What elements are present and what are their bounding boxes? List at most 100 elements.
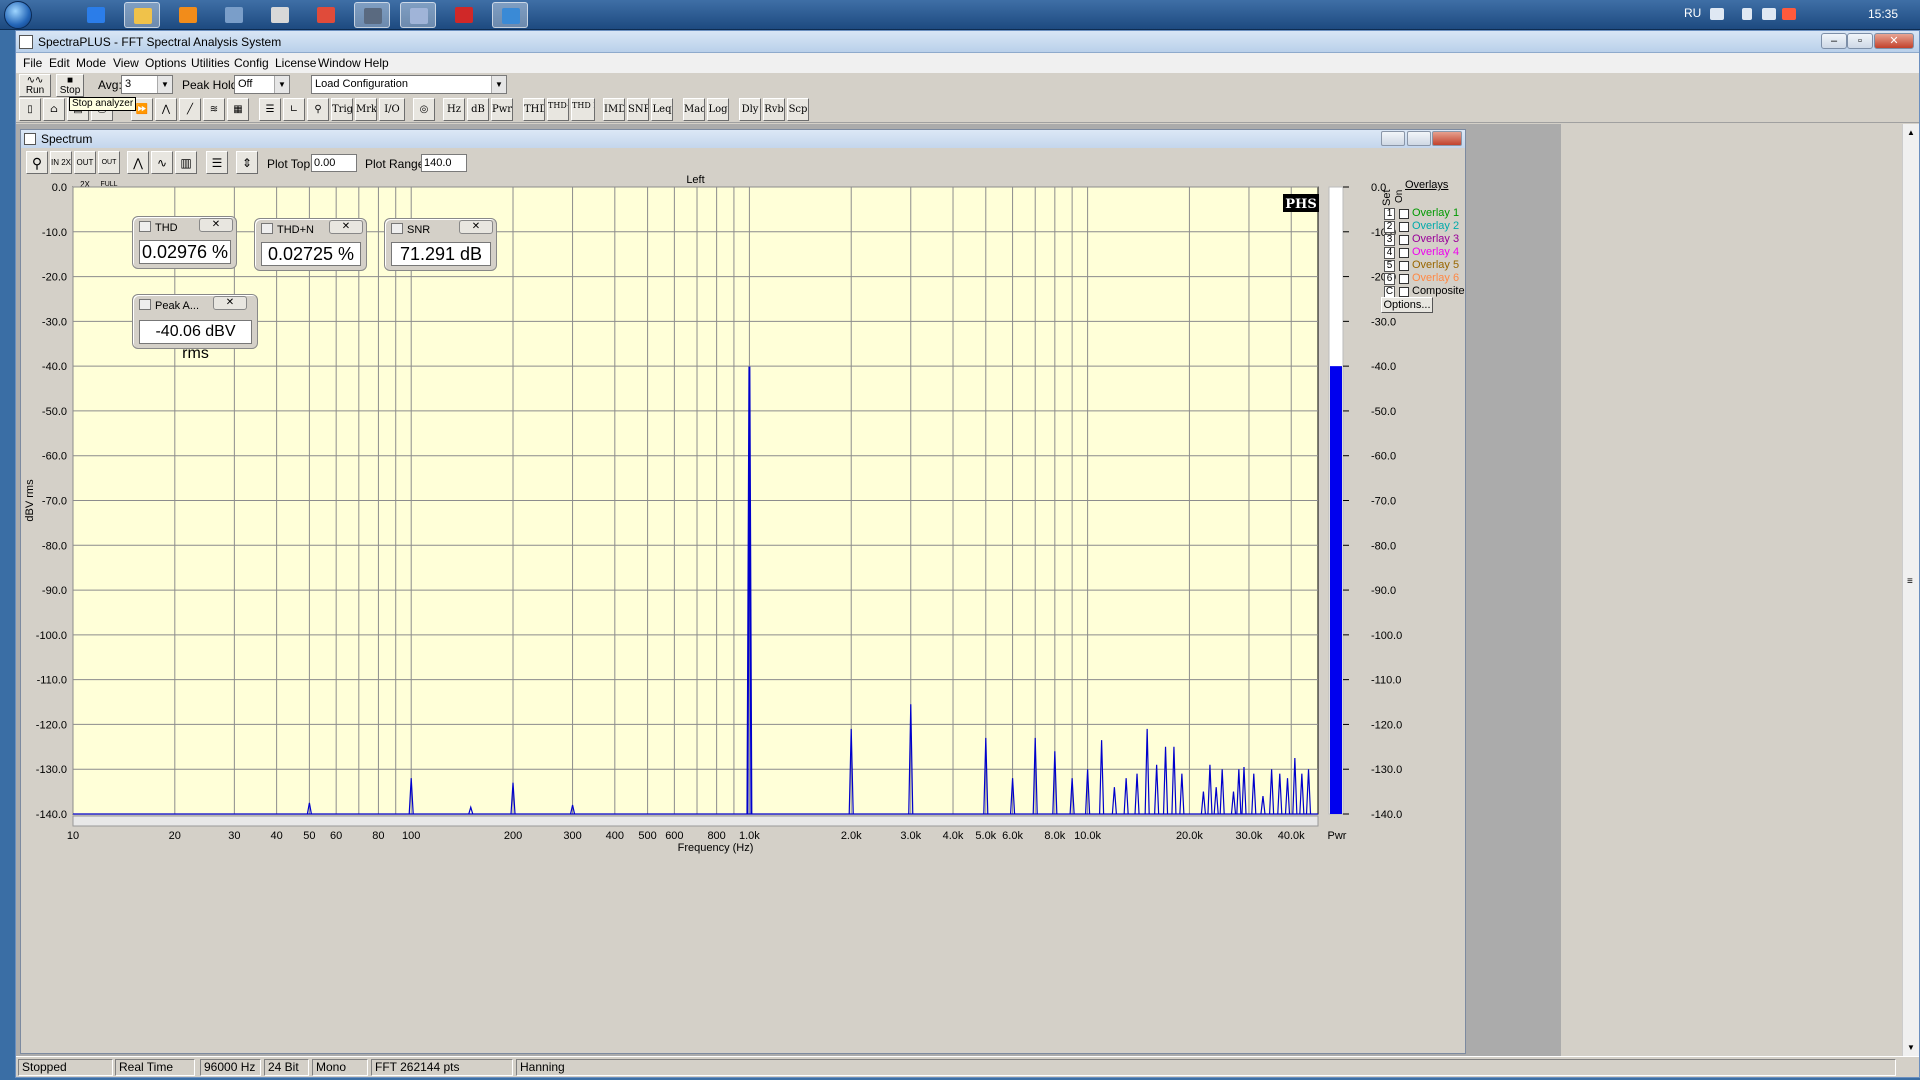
spectrogram-icon[interactable]: ≋ xyxy=(203,98,225,121)
imd-button[interactable]: IMD xyxy=(603,98,625,121)
thd-freq-button[interactable]: THD Freq xyxy=(571,98,595,121)
axis-icon[interactable]: ∟ xyxy=(283,98,305,121)
waveform-icon[interactable]: ⋀ xyxy=(155,98,177,121)
peak-hold-select[interactable]: Off ▼ xyxy=(234,75,290,94)
overlay-checkbox[interactable] xyxy=(1399,248,1409,258)
clock[interactable]: 15:35 xyxy=(1868,7,1898,21)
thd-readout[interactable]: THD ✕ 0.02976 % xyxy=(132,216,237,269)
mdi-area: Spectrum ⚲ IN 2X OUT 2X OUT FULL ⋀ ∿ ▥ ☰… xyxy=(16,124,1561,1056)
app-5-taskbar-button[interactable] xyxy=(262,2,298,28)
start-button[interactable] xyxy=(4,1,32,29)
chrome-taskbar-button[interactable] xyxy=(308,2,344,28)
snr-button[interactable]: SNR xyxy=(627,98,649,121)
trig-button[interactable]: Trig xyxy=(331,98,353,121)
avg-select[interactable]: 3 ▼ xyxy=(121,75,173,94)
thdn-button[interactable]: THD+N xyxy=(547,98,569,121)
close-icon[interactable]: ✕ xyxy=(213,296,247,310)
keyboard-icon[interactable] xyxy=(1710,8,1724,20)
vertical-scrollbar[interactable]: ▲ ≡ ▼ xyxy=(1902,124,1919,1056)
peak-amplitude-readout[interactable]: Peak A... ✕ -40.06 dBV rms xyxy=(132,294,258,362)
minimize-button[interactable]: – xyxy=(1821,33,1847,49)
mac-button[interactable]: Mac xyxy=(683,98,705,121)
scp-button[interactable]: Scp xyxy=(787,98,809,121)
calibrate-icon[interactable]: ⚲ xyxy=(307,98,329,121)
y-tick-label: -140.0 xyxy=(36,809,67,821)
table-icon[interactable]: ☰ xyxy=(259,98,281,121)
pwr-button[interactable]: Pwr xyxy=(491,98,513,121)
media-player-taskbar-button[interactable] xyxy=(170,2,206,28)
scroll-thumb-icon[interactable]: ≡ xyxy=(1907,576,1913,587)
overlay-checkbox[interactable] xyxy=(1399,222,1409,232)
overlay-set-button[interactable]: 6 xyxy=(1384,273,1395,285)
menu-config[interactable]: Config xyxy=(234,56,269,70)
ie-taskbar-button[interactable] xyxy=(78,2,114,28)
overlay-checkbox[interactable] xyxy=(1399,235,1409,245)
scroll-down-icon[interactable]: ▼ xyxy=(1907,1043,1915,1052)
menu-utilities[interactable]: Utilities xyxy=(191,56,230,70)
thd-button[interactable]: THD xyxy=(523,98,545,121)
meter-icon xyxy=(139,299,151,310)
language-indicator[interactable]: RU xyxy=(1684,6,1701,20)
peak-hold-label: Peak Hold: xyxy=(182,78,241,92)
menu-view[interactable]: View xyxy=(113,56,139,70)
3d-plot-icon[interactable]: ▦ xyxy=(227,98,249,121)
close-icon[interactable]: ✕ xyxy=(329,220,363,234)
system-tray: RU 15:35 xyxy=(1680,0,1920,30)
maximize-button[interactable]: ▫ xyxy=(1847,33,1873,49)
spectrum-plot[interactable]: Left0.00.0-10.0-10.0-20.0-20.0-30.0-30.0… xyxy=(21,130,1467,1055)
menu-edit[interactable]: Edit xyxy=(49,56,70,70)
y-tick-label-right: -60.0 xyxy=(1371,451,1396,463)
close-icon[interactable]: ✕ xyxy=(199,218,233,232)
stop-button[interactable]: ■ Stop xyxy=(56,74,84,97)
dly-button[interactable]: Dly xyxy=(739,98,761,121)
spectraplus-taskbar-button[interactable] xyxy=(400,2,436,28)
ramp-icon[interactable]: ╱ xyxy=(179,98,201,121)
menu-file[interactable]: File xyxy=(23,56,42,70)
app-10-taskbar-button[interactable] xyxy=(492,2,528,28)
overlay-checkbox[interactable] xyxy=(1399,261,1409,271)
menu-license[interactable]: License xyxy=(275,56,316,70)
overlays-set-label: Set xyxy=(1381,189,1393,206)
overlay-options-button[interactable]: Options... xyxy=(1381,297,1433,313)
new-file-icon[interactable]: ▯ xyxy=(19,98,41,121)
config-select[interactable]: Load Configuration ▼ xyxy=(311,75,507,94)
speaker-icon[interactable] xyxy=(1742,8,1752,20)
menu-mode[interactable]: Mode xyxy=(76,56,106,70)
x-tick-label: 200 xyxy=(504,830,522,842)
close-button[interactable]: ✕ xyxy=(1874,33,1914,49)
spectrum-window: Spectrum ⚲ IN 2X OUT 2X OUT FULL ⋀ ∿ ▥ ☰… xyxy=(20,129,1466,1054)
generator-icon[interactable]: ◎ xyxy=(413,98,435,121)
open-file-icon[interactable]: ⌂ xyxy=(43,98,65,121)
io-button[interactable]: I/O xyxy=(379,98,405,121)
thdn-readout[interactable]: THD+N ✕ 0.02725 % xyxy=(254,218,367,271)
db-button[interactable]: dB xyxy=(467,98,489,121)
overlay-set-button[interactable]: 3 xyxy=(1384,234,1395,246)
app-9-taskbar-button[interactable] xyxy=(446,2,482,28)
scroll-up-icon[interactable]: ▲ xyxy=(1907,128,1915,137)
overlay-checkbox[interactable] xyxy=(1399,287,1409,297)
run-button[interactable]: ∿∿ Run xyxy=(19,74,51,97)
menu-options[interactable]: Options xyxy=(145,56,186,70)
explorer-taskbar-button[interactable] xyxy=(124,2,160,28)
overlay-set-button[interactable]: 4 xyxy=(1384,247,1395,259)
menu-help[interactable]: Help xyxy=(364,56,389,70)
flag-icon[interactable] xyxy=(1782,8,1796,20)
overlay-checkbox[interactable] xyxy=(1399,274,1409,284)
snr-readout[interactable]: SNR ✕ 71.291 dB xyxy=(384,218,497,271)
hz-button[interactable]: Hz xyxy=(443,98,465,121)
overlay-set-button[interactable]: 1 xyxy=(1384,208,1395,220)
overlay-set-button[interactable]: 2 xyxy=(1384,221,1395,233)
mrk-button[interactable]: Mrk xyxy=(355,98,377,121)
overlay-checkbox[interactable] xyxy=(1399,209,1409,219)
rvb-button[interactable]: Rvb xyxy=(763,98,785,121)
title-bar[interactable]: SpectraPLUS - FFT Spectral Analysis Syst… xyxy=(16,31,1919,53)
y-axis-title: dBV rms xyxy=(24,479,36,522)
network-icon[interactable] xyxy=(1762,8,1776,20)
app-4-taskbar-button[interactable] xyxy=(216,2,252,28)
menu-window[interactable]: Window xyxy=(318,56,361,70)
overlay-set-button[interactable]: 5 xyxy=(1384,260,1395,272)
leq-button[interactable]: Leq xyxy=(651,98,673,121)
log-button[interactable]: Log xyxy=(707,98,729,121)
app-7-taskbar-button[interactable] xyxy=(354,2,390,28)
close-icon[interactable]: ✕ xyxy=(459,220,493,234)
